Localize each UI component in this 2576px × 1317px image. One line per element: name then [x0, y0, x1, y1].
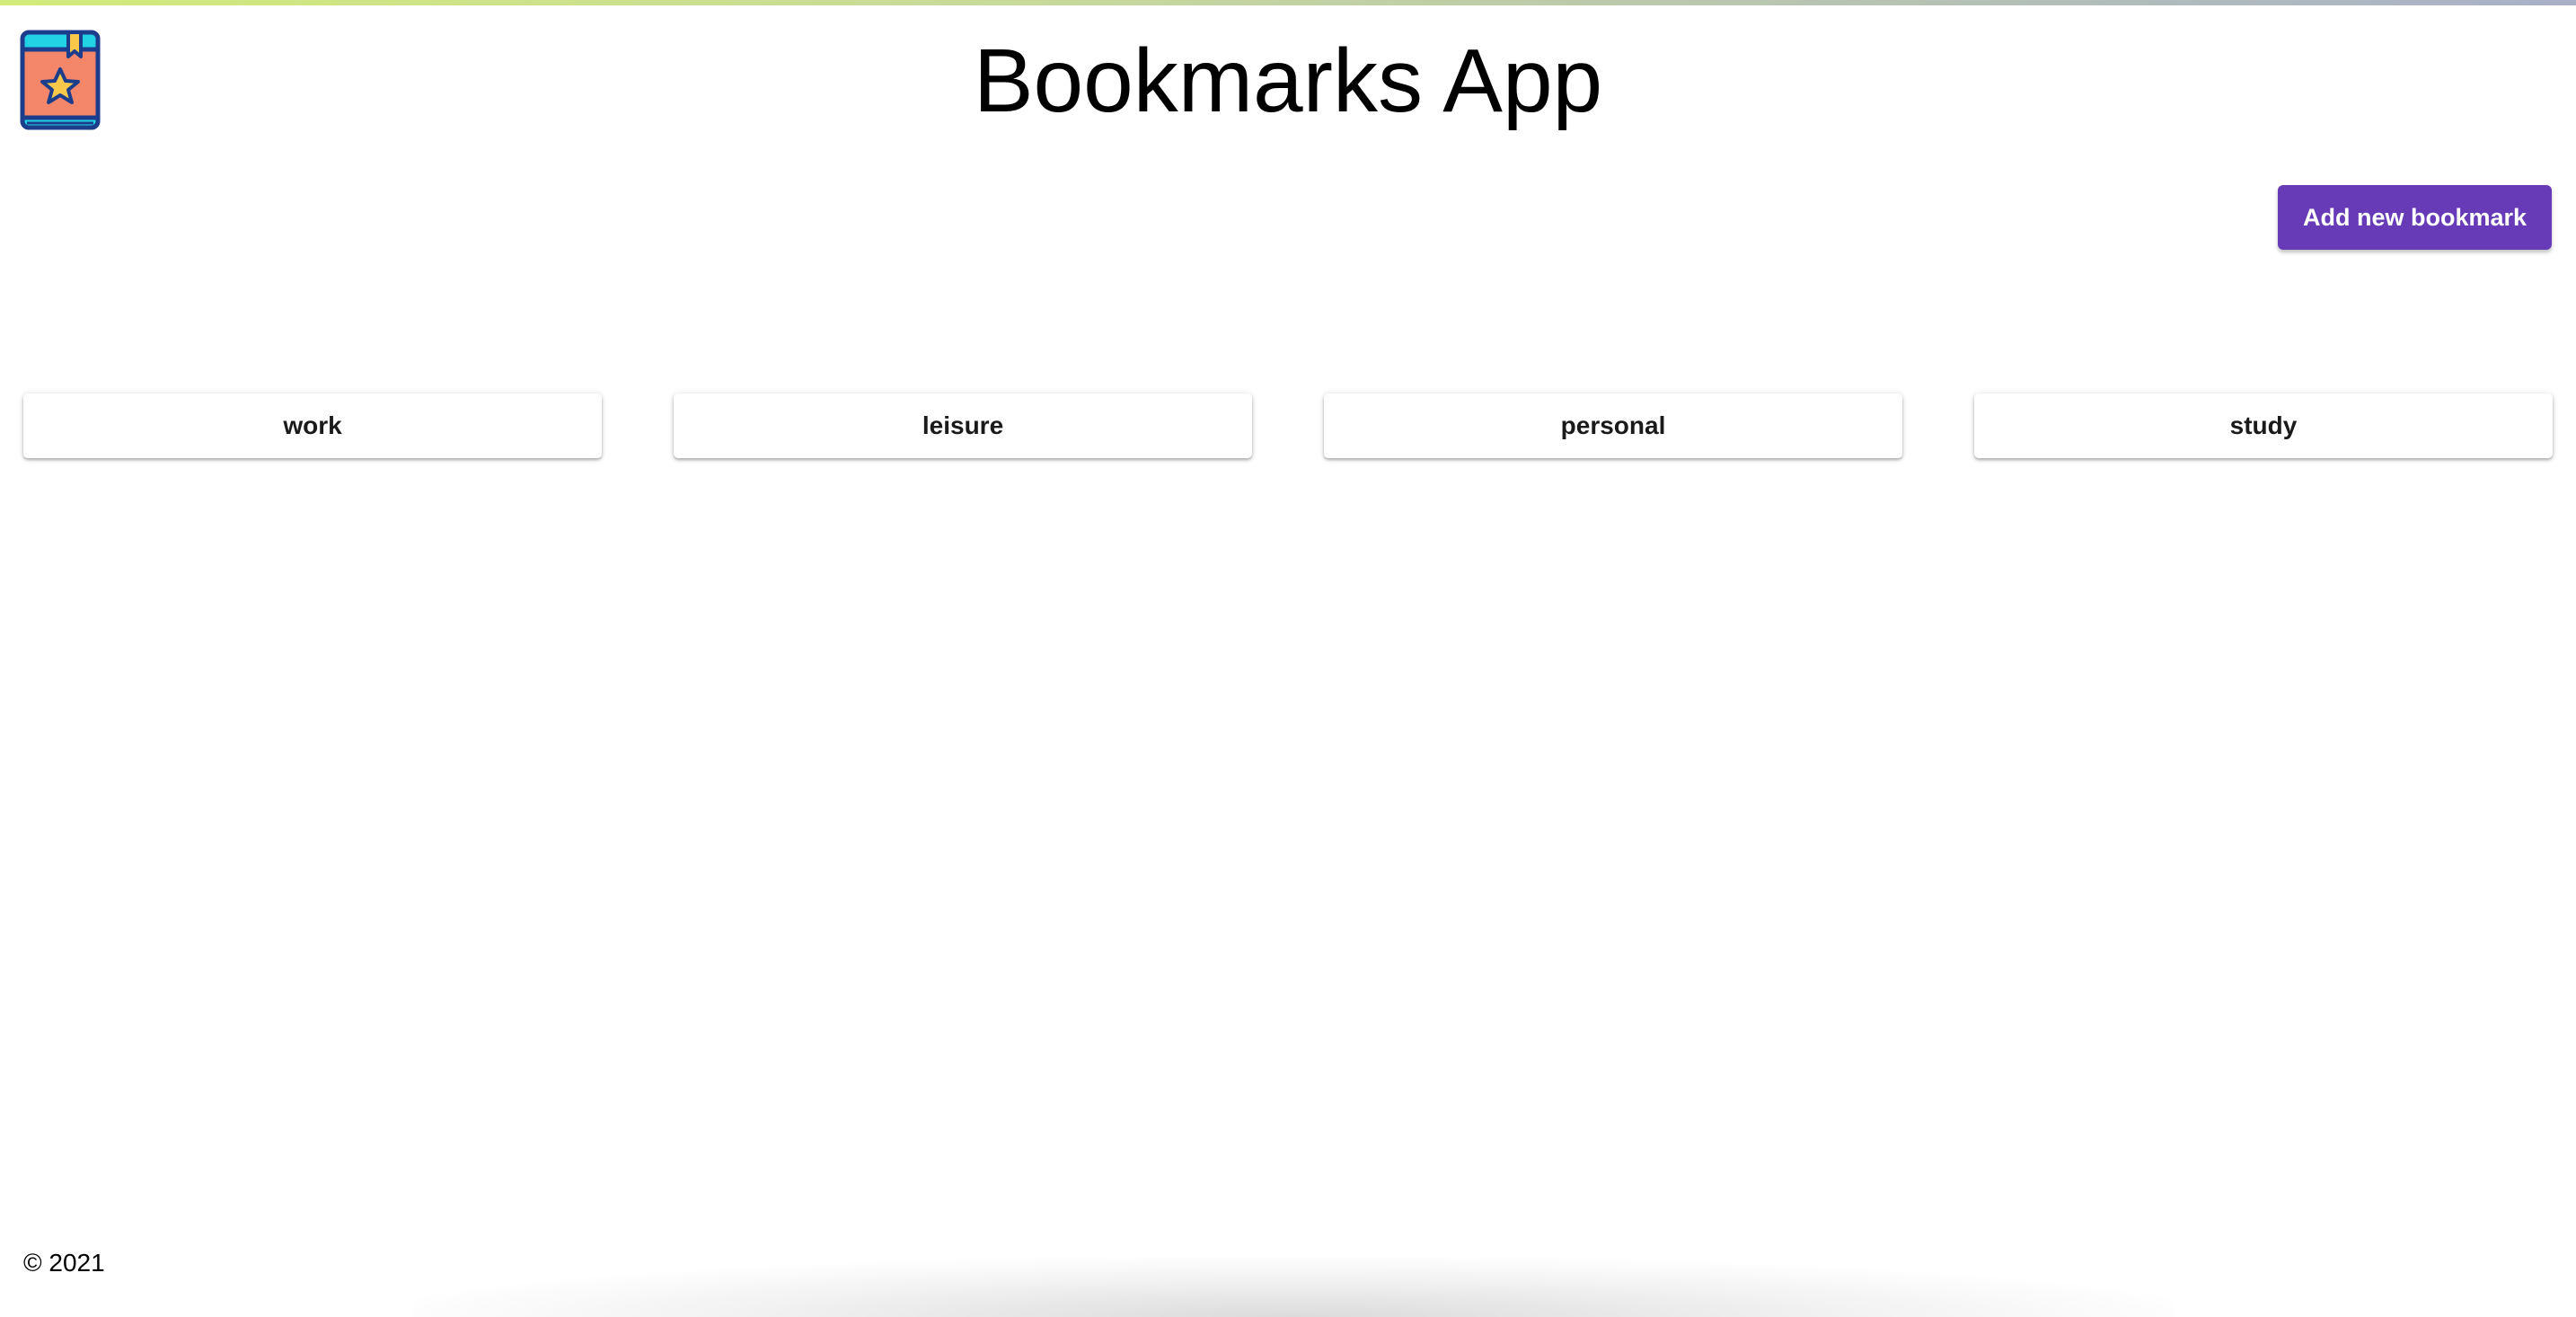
category-card-work[interactable]: work: [23, 393, 602, 458]
category-card-personal[interactable]: personal: [1324, 393, 1902, 458]
top-accent-bar: [0, 0, 2576, 5]
bottom-shadow-decoration: [413, 1258, 2174, 1317]
category-card-leisure[interactable]: leisure: [674, 393, 1252, 458]
category-card-study[interactable]: study: [1974, 393, 2553, 458]
category-list: work leisure personal study: [23, 393, 2553, 458]
footer-copyright: © 2021: [23, 1249, 105, 1277]
page-title: Bookmarks App: [973, 31, 1603, 131]
add-bookmark-button[interactable]: Add new bookmark: [2278, 185, 2552, 250]
